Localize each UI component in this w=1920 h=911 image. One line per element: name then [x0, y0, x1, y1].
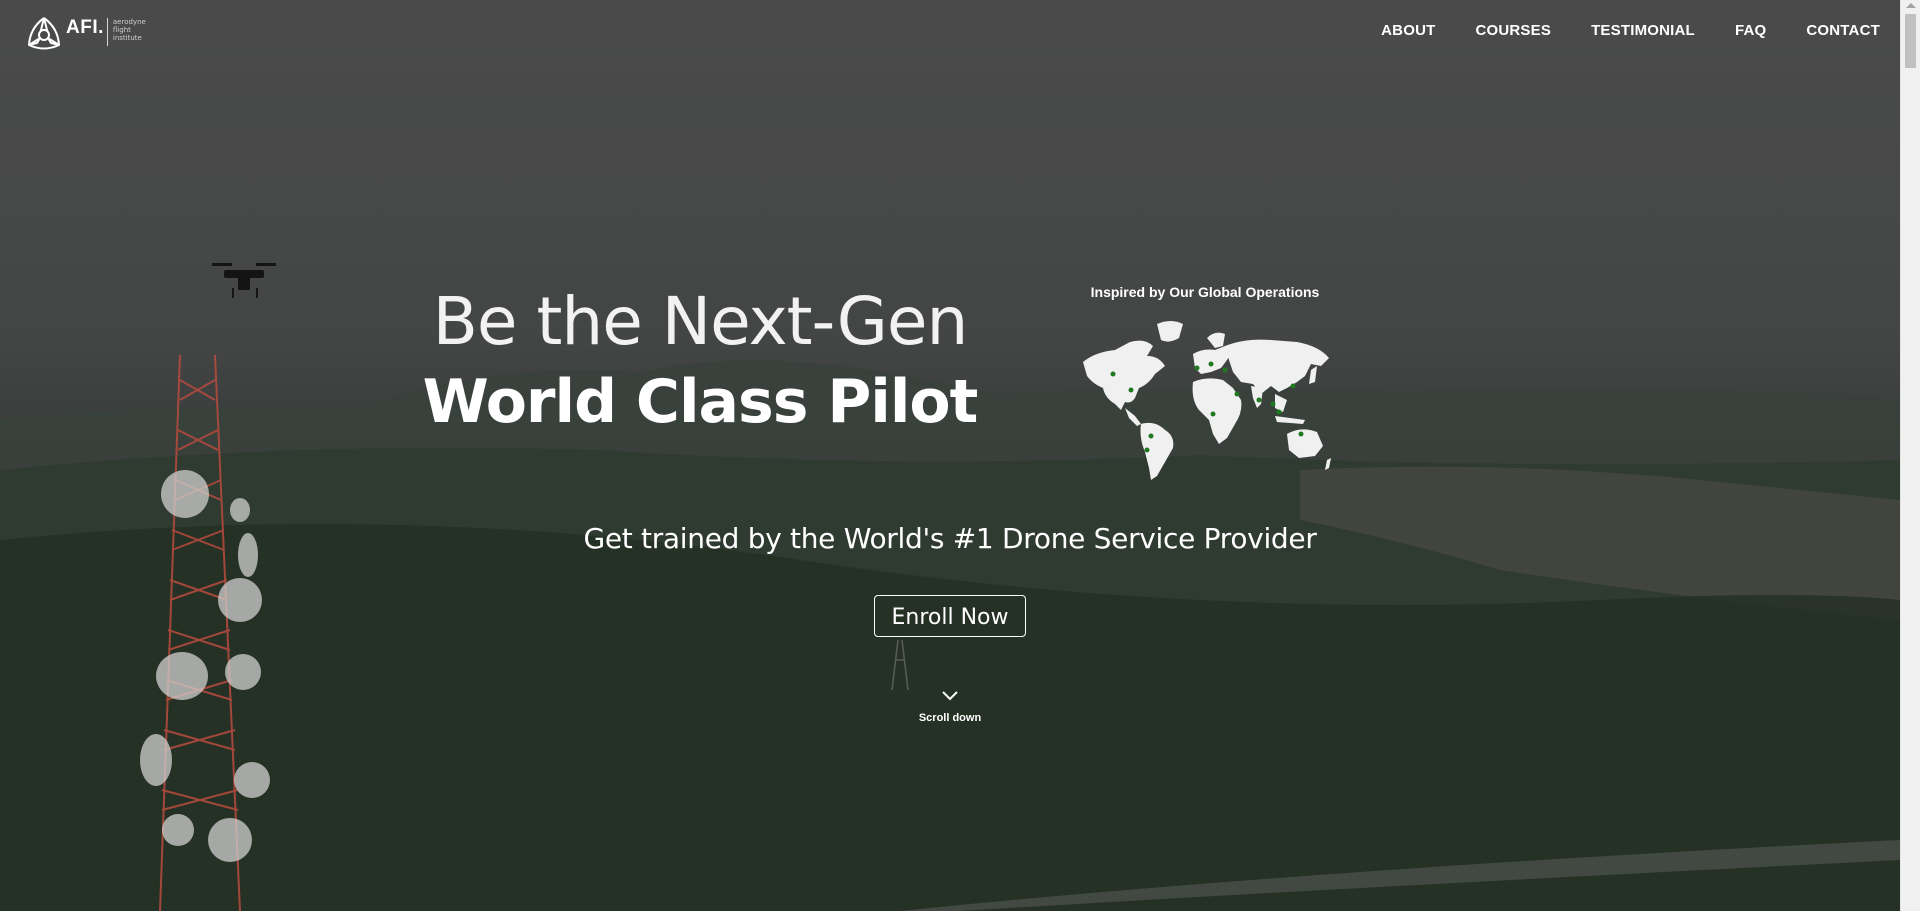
main-nav: ABOUT COURSES TESTIMONIAL FAQ CONTACT: [1341, 22, 1880, 39]
page-scrollbar[interactable]: [1900, 0, 1920, 911]
logo-subtitle-line: institute: [112, 34, 142, 42]
headline-line-1: Be the Next-Gen: [432, 283, 969, 360]
scroll-up-arrow-icon[interactable]: [1906, 3, 1916, 8]
drone-silhouette-icon: [212, 263, 276, 298]
logo-subtitle-line: aerodyne: [112, 18, 146, 26]
hero-headline: Be the Next-Gen World Class Pilot: [400, 282, 1000, 442]
scroll-down-link[interactable]: Scroll down: [900, 688, 1000, 726]
chevron-down-icon: [942, 691, 958, 701]
top-navbar: AFI. aerodyne flight institute ABOUT COU…: [0, 0, 1900, 64]
hero-background-image: [0, 0, 1900, 911]
logo-divider: [106, 18, 108, 46]
nav-link-faq[interactable]: FAQ: [1735, 22, 1766, 39]
brand-logo[interactable]: AFI. aerodyne flight institute: [24, 14, 146, 50]
nav-link-about[interactable]: ABOUT: [1381, 22, 1435, 39]
map-title: Inspired by Our Global Operations: [1090, 284, 1320, 300]
nav-link-contact[interactable]: CONTACT: [1806, 22, 1880, 39]
global-operations-map-block: Inspired by Our Global Operations: [1060, 284, 1350, 482]
world-map-icon: [1083, 321, 1331, 480]
enroll-now-button[interactable]: Enroll Now: [874, 595, 1026, 637]
nav-link-testimonial[interactable]: TESTIMONIAL: [1591, 22, 1695, 39]
logo-wordmark: AFI.: [66, 17, 104, 38]
hero-subheadline: Get trained by the World's #1 Drone Serv…: [583, 522, 1317, 555]
scroll-down-label: Scroll down: [918, 712, 982, 724]
aerial-scene-illustration: [0, 263, 1900, 911]
nav-link-courses[interactable]: COURSES: [1475, 22, 1551, 39]
scrollbar-thumb[interactable]: [1905, 14, 1916, 68]
headline-line-2: World Class Pilot: [422, 367, 979, 437]
page: AFI. aerodyne flight institute ABOUT COU…: [0, 0, 1920, 911]
propeller-logo-icon: [27, 17, 61, 50]
logo-subtitle: aerodyne flight institute: [113, 18, 146, 42]
logo-subtitle-line: flight: [112, 26, 131, 34]
